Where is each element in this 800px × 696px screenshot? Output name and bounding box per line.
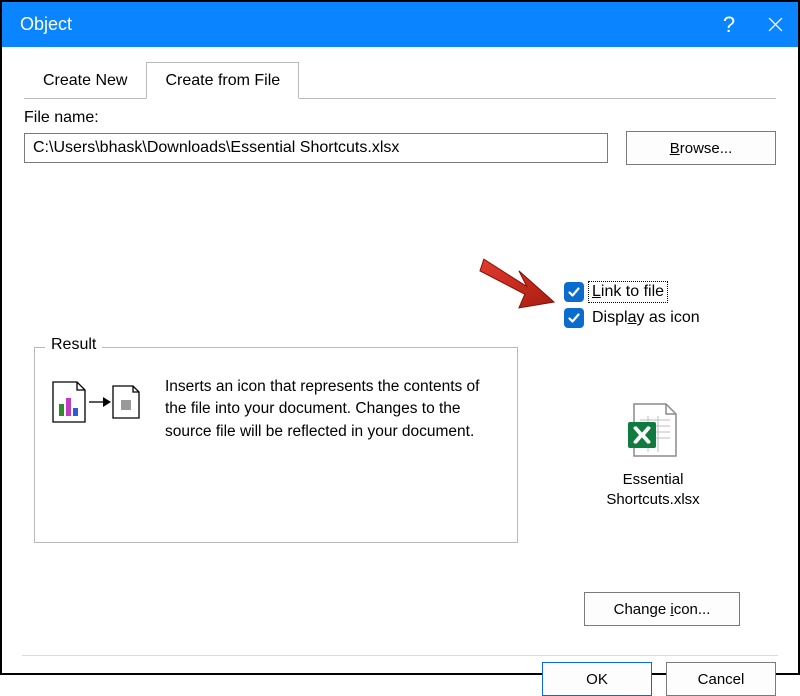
tab-create-from-file[interactable]: Create from File (146, 62, 299, 99)
dialog-content: Create New Create from File File name: B… (2, 47, 798, 165)
result-illustration (49, 376, 147, 443)
ok-button[interactable]: OK (542, 662, 652, 696)
checkmark-icon (567, 311, 581, 325)
result-body: Inserts an icon that represents the cont… (35, 348, 517, 457)
options-group: Link to file Display as icon (564, 282, 700, 334)
file-name-input[interactable] (24, 133, 608, 163)
window-title: Object (20, 14, 706, 35)
annotation-arrow-icon (478, 257, 556, 312)
titlebar: Object ? (2, 2, 798, 47)
file-name-label: File name: (24, 109, 776, 127)
tab-create-new[interactable]: Create New (24, 62, 146, 99)
change-icon-button[interactable]: Change icon... (584, 592, 740, 626)
result-text: Inserts an icon that represents the cont… (165, 376, 503, 443)
result-legend: Result (45, 336, 102, 354)
display-as-icon-checkbox[interactable] (564, 308, 584, 328)
excel-file-icon (626, 402, 680, 464)
close-button[interactable] (752, 2, 798, 47)
result-group: Result (34, 347, 518, 543)
display-as-icon-row[interactable]: Display as icon (564, 308, 700, 328)
browse-button[interactable]: Browse... (626, 131, 776, 165)
dialog-buttons: OK Cancel (542, 662, 776, 696)
help-button[interactable]: ? (706, 2, 752, 47)
cancel-button[interactable]: Cancel (666, 662, 776, 696)
link-to-file-row[interactable]: Link to file (564, 282, 700, 302)
separator (22, 655, 778, 656)
file-input-row: Browse... (24, 131, 776, 165)
insert-icon-illustration (49, 380, 147, 426)
checkmark-icon (567, 285, 581, 299)
link-to-file-checkbox[interactable] (564, 282, 584, 302)
icon-preview: Essential Shortcuts.xlsx (588, 402, 718, 509)
file-name-row: File name: Browse... (24, 109, 776, 165)
tab-strip: Create New Create from File (24, 61, 776, 99)
browse-button-label: Browse... (670, 140, 733, 157)
display-as-icon-label: Display as icon (592, 309, 700, 327)
change-icon-button-label: Change icon... (614, 601, 711, 618)
icon-preview-label: Essential Shortcuts.xlsx (588, 470, 718, 509)
close-icon (768, 17, 783, 32)
link-to-file-label: Link to file (590, 283, 666, 301)
